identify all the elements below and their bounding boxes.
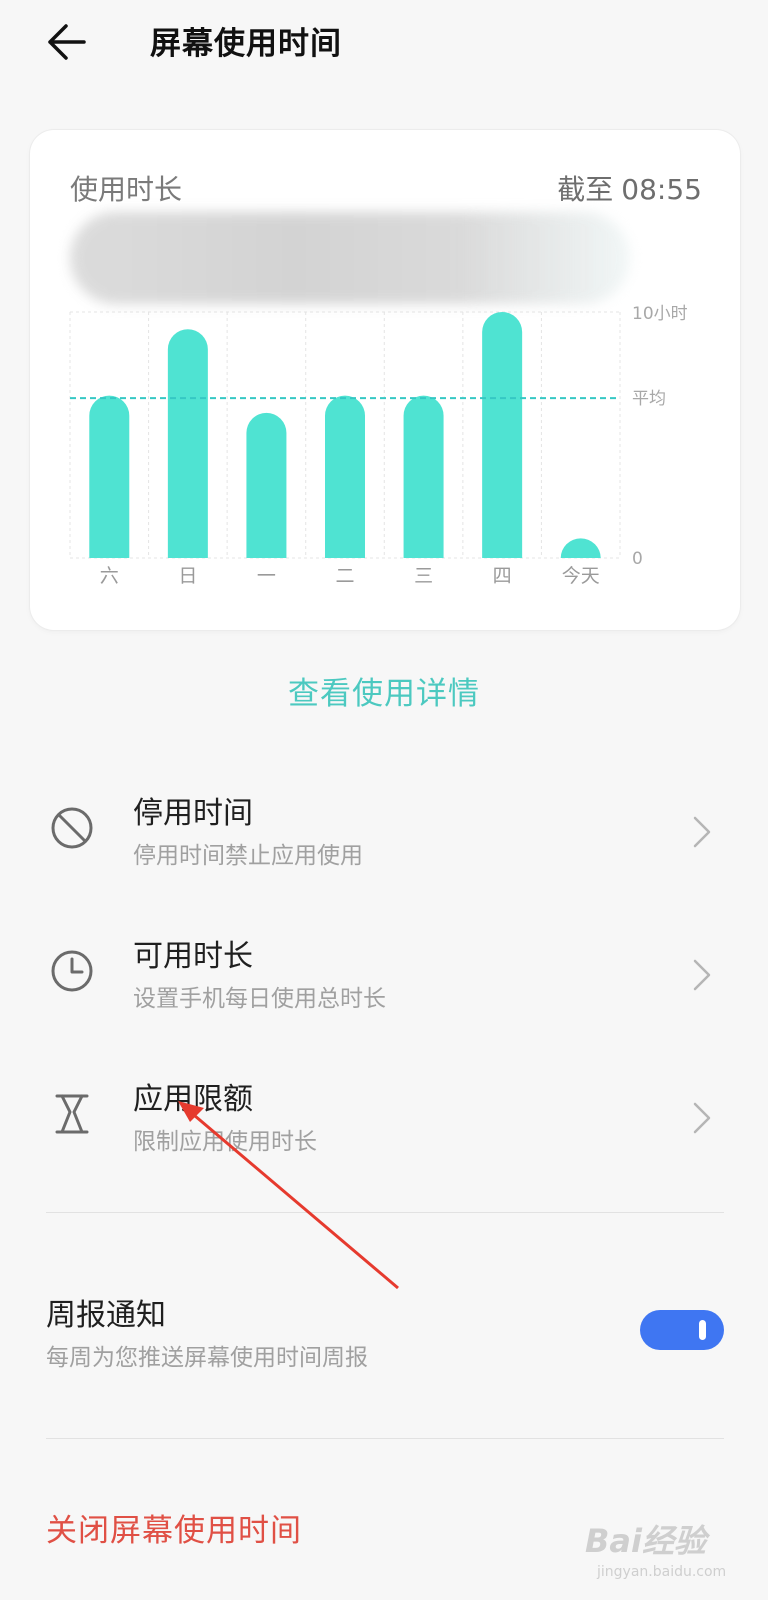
x-tick-label: 一: [257, 565, 276, 587]
chart-bar: [482, 312, 523, 558]
prohibit-icon: [51, 807, 93, 849]
section-divider: [46, 1212, 724, 1213]
x-tick-label: 三: [414, 565, 433, 587]
y-tick-label: 平均: [632, 389, 666, 409]
menu-item-label: 停用时间: [133, 796, 253, 831]
weekly-report-toggle[interactable]: [640, 1310, 724, 1350]
menu-item-description: 限制应用使用时长: [133, 1129, 317, 1155]
usage-bar-chart: 六 日 一 二 三 四 今天 10小时平均 0: [69, 304, 688, 587]
y-tick-label: 10小时: [632, 304, 688, 324]
x-tick-label: 四: [493, 565, 512, 587]
menu-item-downtime[interactable]: 停用时间 停用时间禁止应用使用: [0, 774, 768, 894]
usage-card[interactable]: 使用时长 截至 08:55 六日一二三四今天 10小时 平均 0: [30, 130, 740, 630]
section-divider: [46, 1438, 724, 1439]
y-tick-label: 0: [632, 549, 643, 569]
chart-bar: [89, 395, 130, 558]
chart-bar: [325, 395, 365, 558]
chart-bar: [560, 538, 601, 558]
turn-off-screen-time-button[interactable]: 关闭屏幕使用时间: [46, 1505, 302, 1550]
menu-item-label: 可用时长: [133, 939, 253, 974]
x-tick-label: 二: [335, 565, 354, 587]
x-tick-label: 六: [100, 565, 119, 587]
menu-item-app-limits[interactable]: 应用限额 限制应用使用时长: [0, 1060, 768, 1180]
chart-bar: [403, 395, 444, 558]
menu-item-label: 应用限额: [133, 1082, 253, 1117]
weekly-report-row[interactable]: 周报通知 每周为您推送屏幕使用时间周报: [0, 1280, 768, 1390]
back-arrow-icon[interactable]: [44, 20, 94, 64]
menu-item-description: 设置手机每日使用总时长: [133, 986, 386, 1012]
menu-item-available-duration[interactable]: 可用时长 设置手机每日使用总时长: [0, 917, 768, 1037]
weekly-report-description: 每周为您推送屏幕使用时间周报: [46, 1345, 368, 1371]
clock-icon: [51, 950, 93, 992]
baidu-jingyan-watermark: Bai经验 jingyan.baidu.com: [585, 1516, 745, 1586]
x-tick-label: 日: [178, 565, 197, 587]
chevron-right-icon: [693, 816, 711, 848]
app-header: 屏幕使用时间: [0, 0, 768, 90]
page-title: 屏幕使用时间: [150, 26, 342, 62]
chart-bar: [246, 412, 287, 558]
weekly-report-label: 周报通知: [46, 1298, 166, 1333]
hourglass-icon: [55, 1094, 89, 1134]
x-tick-label: 今天: [562, 565, 600, 587]
chart-bar: [167, 329, 208, 558]
toggle-knob: [699, 1320, 706, 1340]
watermark-logo: Bai经验: [585, 1522, 706, 1560]
chevron-right-icon: [693, 959, 711, 991]
chevron-right-icon: [693, 1102, 711, 1134]
watermark-url: jingyan.baidu.com: [597, 1564, 727, 1580]
view-usage-details-link[interactable]: 查看使用详情: [0, 668, 768, 713]
menu-item-description: 停用时间禁止应用使用: [133, 843, 363, 869]
